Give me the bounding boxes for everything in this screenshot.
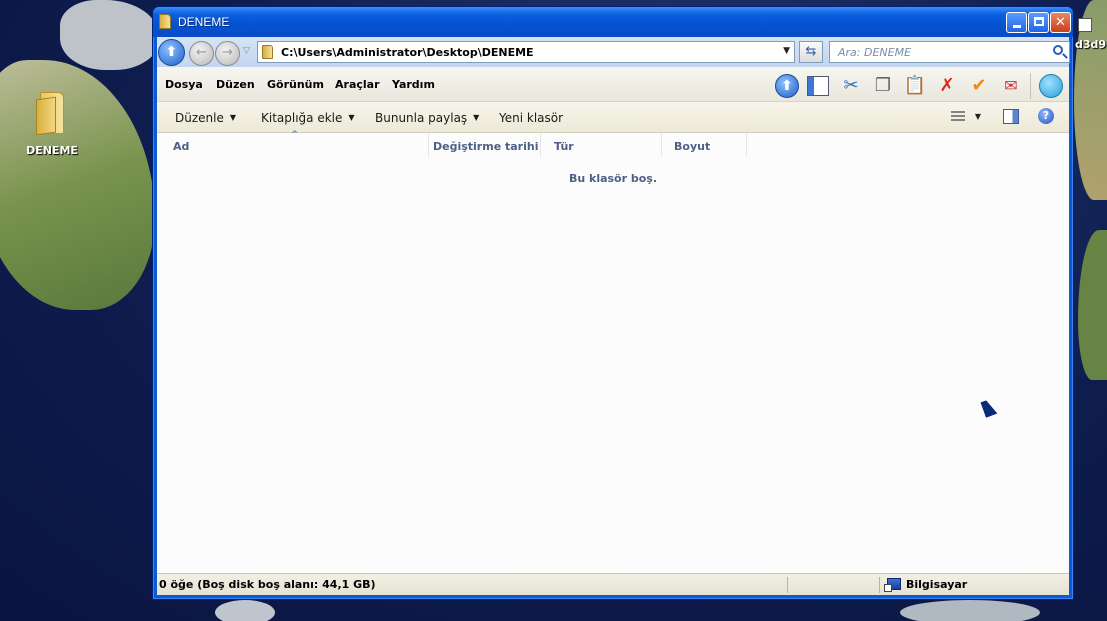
- folders-pane-icon[interactable]: [807, 76, 829, 96]
- close-button[interactable]: ✕: [1050, 12, 1071, 33]
- desktop-wallpaper-land: [1078, 230, 1107, 380]
- desktop-folder-label: DENEME: [26, 144, 78, 157]
- delete-icon[interactable]: ✗: [935, 74, 959, 98]
- status-separator: [879, 577, 880, 593]
- view-options-icon[interactable]: [951, 111, 965, 122]
- arrow-up-icon: ⬆: [165, 44, 178, 60]
- address-path[interactable]: C:\Users\Administrator\Desktop\DENEME: [281, 46, 534, 59]
- navigation-bar: ⬆ ← → ▽ C:\Users\Administrator\Desktop\D…: [157, 37, 1070, 67]
- menu-file[interactable]: Dosya: [165, 78, 203, 91]
- file-list[interactable]: ^ Ad Değiştirme tarihi Tür Boyut Bu klas…: [157, 130, 1069, 573]
- folder-icon: [36, 92, 68, 136]
- chevron-down-icon: ▼: [229, 113, 237, 122]
- column-header-name-label: Ad: [173, 140, 190, 153]
- chevron-down-icon[interactable]: ▼: [975, 112, 981, 121]
- organize-button[interactable]: Düzenle ▼: [175, 111, 236, 125]
- desktop-folder-shortcut[interactable]: DENEME: [22, 92, 82, 157]
- back-button[interactable]: ⬆: [158, 39, 185, 66]
- sort-ascending-icon: ^: [291, 130, 299, 140]
- maximize-icon: [1033, 17, 1044, 26]
- minimize-button[interactable]: [1006, 12, 1027, 33]
- desktop-wallpaper-cloud: [215, 600, 275, 621]
- up-icon[interactable]: ⬆: [775, 74, 799, 98]
- help-icon[interactable]: ?: [1038, 108, 1054, 124]
- status-summary: 0 öğe (Boş disk boş alanı: 44,1 GB): [159, 578, 376, 591]
- folder-icon: [262, 45, 273, 59]
- shortcut-arrow-icon[interactable]: [1078, 18, 1092, 32]
- status-bar: 0 öğe (Boş disk boş alanı: 44,1 GB) Bilg…: [157, 573, 1069, 595]
- search-icon[interactable]: [1053, 45, 1063, 55]
- toolbar-separator: [1030, 73, 1031, 99]
- window-title: DENEME: [178, 15, 230, 29]
- column-header-type[interactable]: Tür: [542, 133, 662, 157]
- chevron-down-icon: ▼: [348, 113, 355, 122]
- add-to-library-button[interactable]: Kitaplığa ekle ▼: [261, 111, 355, 125]
- chevron-down-icon: ▼: [473, 113, 480, 122]
- column-header-size[interactable]: Boyut: [662, 133, 747, 157]
- preview-pane-icon[interactable]: [1003, 109, 1019, 124]
- refresh-button[interactable]: ⇆: [799, 41, 823, 63]
- search-input[interactable]: Ara: DENEME: [829, 41, 1070, 63]
- forward-button[interactable]: →: [215, 41, 240, 66]
- copy-icon[interactable]: ❐: [871, 74, 895, 98]
- recent-pages-dropdown[interactable]: ▽: [243, 46, 250, 56]
- column-header-name[interactable]: ^ Ad: [161, 130, 429, 157]
- chevron-down-icon[interactable]: ▼: [783, 46, 790, 56]
- organize-label: Düzenle: [175, 111, 224, 125]
- menu-tools[interactable]: Araçlar: [335, 78, 380, 91]
- close-icon: ✕: [1055, 15, 1066, 30]
- cut-icon[interactable]: ✂: [839, 74, 863, 98]
- menu-edit[interactable]: Düzen: [216, 78, 255, 91]
- computer-icon: [884, 578, 901, 592]
- title-bar[interactable]: DENEME ✕: [153, 7, 1073, 37]
- email-icon[interactable]: ✉: [999, 74, 1023, 98]
- new-folder-button[interactable]: Yeni klasör: [499, 111, 563, 125]
- arrow-left-icon: ←: [196, 45, 207, 60]
- shell-icon[interactable]: [1039, 74, 1063, 98]
- check-icon[interactable]: ✔: [967, 74, 991, 98]
- empty-folder-message: Bu klasör boş.: [568, 172, 658, 185]
- share-with-button[interactable]: Bununla paylaş ▼: [375, 111, 479, 125]
- status-location: Bilgisayar: [906, 578, 968, 591]
- window-client-area: ⬆ ← → ▽ C:\Users\Administrator\Desktop\D…: [157, 37, 1070, 595]
- add-to-library-label: Kitaplığa ekle: [261, 111, 343, 125]
- desktop-wallpaper-cloud: [900, 600, 1040, 621]
- explorer-window: DENEME ✕ ⬆ ← → ▽ C:\Users\Administrator\…: [152, 6, 1074, 600]
- folder-icon: [159, 14, 171, 29]
- share-with-label: Bununla paylaş: [375, 111, 468, 125]
- status-separator: [787, 577, 788, 593]
- menu-view[interactable]: Görünüm: [267, 78, 324, 91]
- search-placeholder: Ara: DENEME: [838, 46, 912, 59]
- column-header-date-modified[interactable]: Değiştirme tarihi: [421, 133, 541, 157]
- history-back-button[interactable]: ←: [189, 41, 214, 66]
- menu-bar: Dosya Düzen Görünüm Araçlar Yardım ⬆ ✂ ❐…: [157, 67, 1069, 102]
- desktop-shortcut-label[interactable]: d3d9.: [1075, 38, 1107, 51]
- desktop-wallpaper-ice: [60, 0, 160, 70]
- arrow-right-icon: →: [222, 45, 233, 60]
- address-bar[interactable]: C:\Users\Administrator\Desktop\DENEME ▼: [257, 41, 795, 63]
- paste-icon[interactable]: 📋: [903, 74, 927, 98]
- minimize-icon: [1012, 25, 1021, 28]
- command-bar: Düzenle ▼ Kitaplığa ekle ▼ Bununla paylaş ▼…: [157, 102, 1069, 133]
- refresh-icon: ⇆: [805, 44, 817, 59]
- menu-help[interactable]: Yardım: [392, 78, 435, 91]
- maximize-button[interactable]: [1028, 12, 1049, 33]
